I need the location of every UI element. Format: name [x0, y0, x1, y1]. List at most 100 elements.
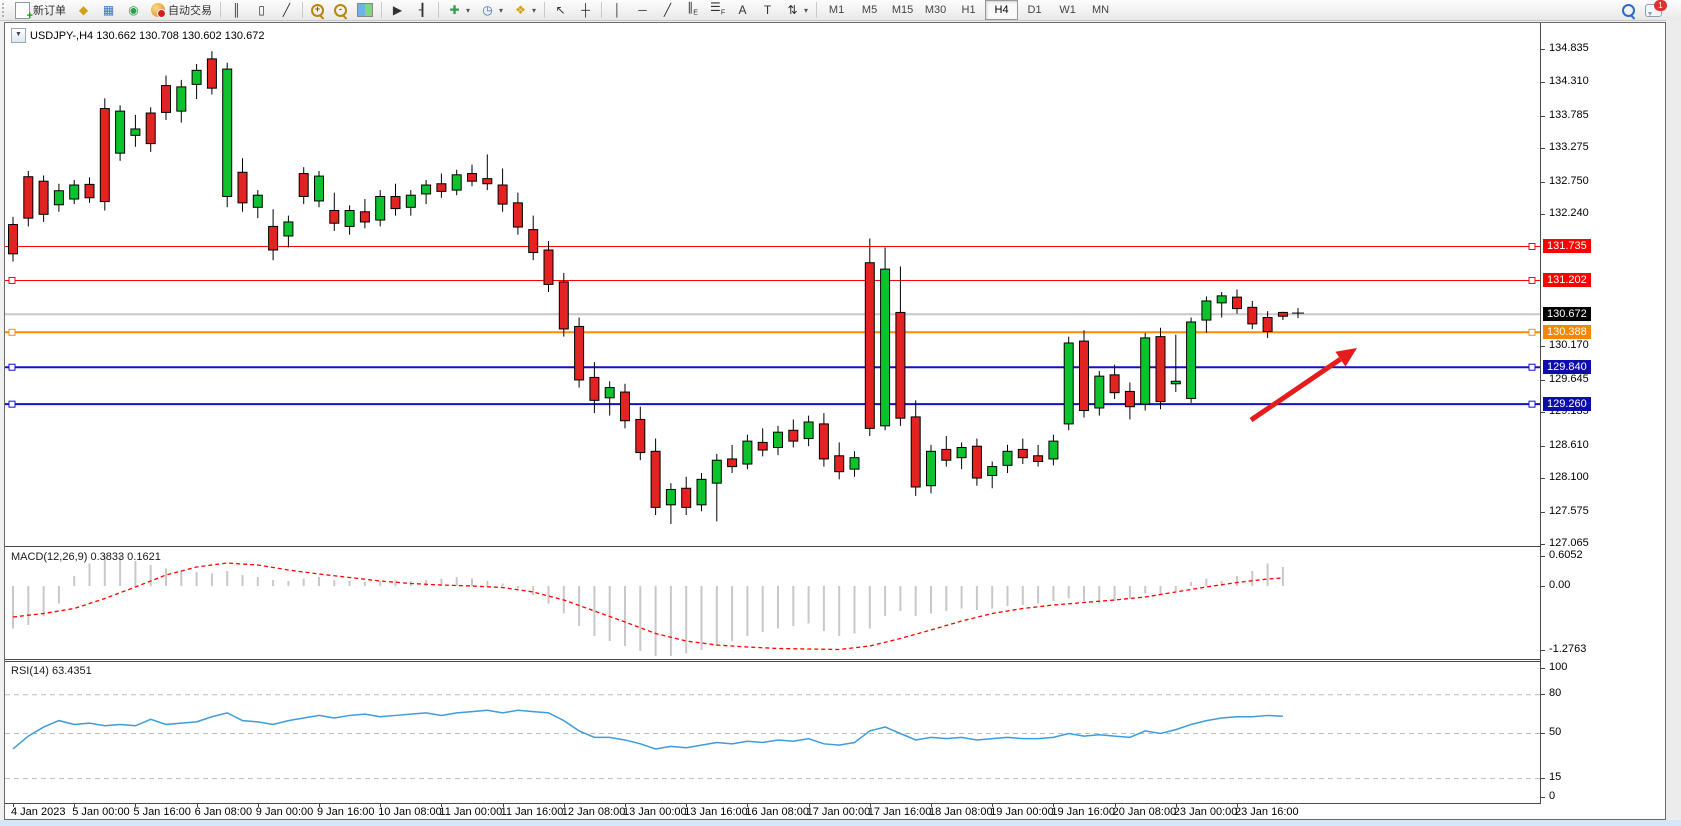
rsi-label: RSI(14) 63.4351	[11, 665, 92, 677]
rsi-axis-label: 100	[1549, 661, 1567, 673]
candle	[299, 167, 308, 204]
autotrading-button[interactable]: 自动交易	[146, 0, 217, 20]
doc-plus-icon: +	[15, 2, 30, 19]
notifications-button[interactable]: 1	[1640, 0, 1667, 20]
tile-windows-button[interactable]	[352, 0, 378, 20]
trendline-button[interactable]: ╱	[655, 0, 680, 20]
chart-shift-button[interactable]: ┨	[410, 0, 435, 20]
channel-icon: ∥E	[685, 0, 700, 20]
timeframe-button-m30[interactable]: M30	[919, 0, 952, 20]
axis-tick	[1541, 49, 1545, 50]
horizontal-line-object[interactable]	[5, 243, 1541, 249]
candle	[483, 154, 492, 190]
candle	[1064, 337, 1073, 431]
arrow-annotation[interactable]	[1251, 348, 1357, 420]
candle	[1233, 289, 1242, 313]
add-indicator-button[interactable]: ✚▾	[442, 0, 475, 20]
crosshair-button[interactable]: ┼	[573, 0, 598, 20]
vertical-line-button[interactable]: │	[605, 0, 630, 20]
candle	[1141, 333, 1150, 411]
candle	[192, 64, 201, 99]
template-icon: ❖	[513, 3, 528, 18]
rsi-axis-label: 0	[1549, 790, 1555, 802]
timeframe-button-m5[interactable]: M5	[853, 0, 886, 20]
candle	[835, 442, 844, 479]
bar-chart-button[interactable]: ║	[224, 0, 249, 20]
macd-canvas	[5, 548, 1541, 659]
candle	[1095, 371, 1104, 416]
toolbar-separator	[816, 2, 817, 18]
horizontal-line-object[interactable]	[5, 277, 1541, 283]
timeframe-button-h4[interactable]: H4	[985, 0, 1018, 20]
time-tick-label: 5 Jan 00:00	[72, 806, 130, 818]
line-chart-icon: ╱	[279, 3, 294, 18]
timeframe-button-mn[interactable]: MN	[1084, 0, 1117, 20]
timeframe-button-h1[interactable]: H1	[952, 0, 985, 20]
trendline-icon: ╱	[660, 3, 675, 18]
text-label-button[interactable]: T	[755, 0, 780, 20]
axis-tick	[1541, 512, 1545, 513]
templates-button[interactable]: ❖▾	[508, 0, 541, 20]
candle	[330, 193, 339, 231]
price-panel[interactable]	[5, 23, 1541, 547]
rsi-panel[interactable]: RSI(14) 63.4351	[5, 661, 1541, 804]
timeframe-button-m15[interactable]: M15	[886, 0, 919, 20]
search-button[interactable]	[1617, 0, 1640, 20]
signals-button[interactable]: ◉	[121, 0, 146, 20]
zoom-out-button[interactable]: -	[329, 0, 352, 20]
price-axis[interactable]: 134.835134.310133.785133.275132.750132.2…	[1540, 23, 1665, 819]
fibonacci-button[interactable]: ☰F	[705, 0, 730, 20]
axis-tick	[1541, 346, 1545, 347]
candle	[804, 416, 813, 447]
time-tick-label: 13 Jan 16:00	[684, 806, 748, 818]
candle	[529, 216, 538, 261]
horizontal-line-button[interactable]: ─	[630, 0, 655, 20]
text-button[interactable]: A	[730, 0, 755, 20]
crosshair-icon: ┼	[578, 3, 593, 18]
window-icon: ▦	[101, 3, 116, 18]
candle	[988, 462, 997, 489]
axis-tick	[1541, 82, 1545, 83]
indicators-list-button[interactable]: ◆	[71, 0, 96, 20]
horizontal-line-object[interactable]	[5, 329, 1541, 335]
candle	[345, 205, 354, 234]
market-watch-button[interactable]: ▦	[96, 0, 121, 20]
window-right-strip	[1666, 20, 1681, 826]
channel-button[interactable]: ∥E	[680, 0, 705, 20]
auto-scroll-button[interactable]: ▶	[385, 0, 410, 20]
candle	[376, 190, 385, 226]
zoom-in-button[interactable]: +	[306, 0, 329, 20]
chart-window[interactable]: ▼ USDJPY-,H4 130.662 130.708 130.602 130…	[4, 22, 1666, 820]
candle	[896, 267, 905, 426]
candle	[590, 362, 599, 413]
periods-button[interactable]: ◷▾	[475, 0, 508, 20]
time-axis[interactable]: 4 Jan 20235 Jan 00:005 Jan 16:006 Jan 08…	[5, 804, 1541, 819]
signal-icon: ◉	[126, 3, 141, 18]
cursor-button[interactable]: ↖	[548, 0, 573, 20]
axis-tick	[1541, 412, 1545, 413]
add-indicator-icon: ✚	[447, 3, 462, 18]
timeframe-button-d1[interactable]: D1	[1018, 0, 1051, 20]
axis-tick	[1541, 478, 1545, 479]
candle	[54, 184, 63, 212]
candle	[881, 247, 890, 430]
clock-icon: ◷	[480, 3, 495, 18]
line-chart-button[interactable]: ╱	[274, 0, 299, 20]
candlestick-button[interactable]: ▯	[249, 0, 274, 20]
candle	[911, 400, 920, 496]
toolbar-separator	[438, 2, 439, 18]
time-tick-label: 12 Jan 08:00	[562, 806, 626, 818]
time-tick-label: 9 Jan 00:00	[256, 806, 314, 818]
candle	[1110, 365, 1119, 399]
timeframe-button-w1[interactable]: W1	[1051, 0, 1084, 20]
timeframe-button-m1[interactable]: M1	[820, 0, 853, 20]
macd-panel[interactable]: MACD(12,26,9) 0.3833 0.1621	[5, 548, 1541, 660]
tile-windows-icon	[357, 3, 373, 17]
horizontal-line-object[interactable]	[5, 364, 1541, 370]
new-order-button[interactable]: +新订单	[10, 0, 71, 20]
arrows-button[interactable]: ⇅▾	[780, 0, 813, 20]
horizontal-line-object[interactable]	[5, 401, 1541, 407]
candle	[605, 381, 614, 415]
one-click-trading-toggle[interactable]: ▼	[11, 28, 26, 43]
candle	[1202, 297, 1211, 333]
